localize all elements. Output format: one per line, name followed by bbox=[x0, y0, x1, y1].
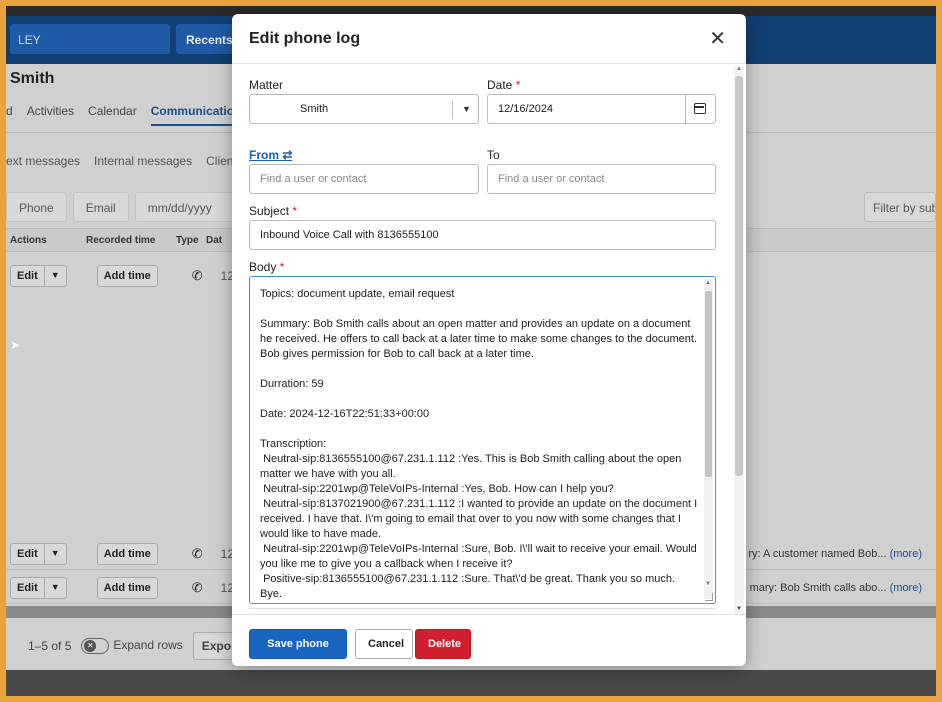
cancel-button[interactable]: Cancel bbox=[355, 629, 413, 659]
body-label: Body * bbox=[249, 260, 284, 274]
matter-value: Smith bbox=[300, 103, 329, 115]
edit-split-button: Edit ▼ bbox=[10, 265, 67, 287]
phone-icon: ✆ bbox=[191, 579, 203, 595]
more-link[interactable]: (more) bbox=[890, 582, 922, 594]
close-icon: ✕ bbox=[84, 640, 97, 652]
from-input[interactable] bbox=[249, 164, 479, 194]
dialog-body: Matter Smith ▼ Date * 12/16/2024 From ⇄ … bbox=[232, 64, 746, 612]
email-filter[interactable]: Email bbox=[72, 192, 129, 222]
select-divider bbox=[452, 101, 453, 119]
edit-button[interactable]: Edit bbox=[11, 543, 45, 564]
row-summary: ry: A customer named Bob... (more) bbox=[748, 548, 922, 560]
global-search[interactable]: LEY bbox=[10, 24, 170, 54]
save-phone-log-button[interactable]: Save phone log bbox=[249, 629, 347, 659]
required-mark: * bbox=[292, 204, 298, 218]
filter-row: Phone Email mm/dd/yyyy bbox=[6, 192, 245, 222]
next-field-edge bbox=[249, 608, 716, 609]
page-title: Smith bbox=[10, 70, 55, 87]
close-icon[interactable]: ✕ bbox=[709, 26, 726, 51]
more-link[interactable]: (more) bbox=[890, 548, 922, 560]
matter-tabs: d Activities Calendar Communications bbox=[6, 104, 249, 126]
tab-partial[interactable]: d bbox=[6, 104, 13, 126]
row-summary: mary: Bob Smith calls abo... (more) bbox=[750, 582, 922, 594]
add-time-button[interactable]: Add time bbox=[96, 542, 158, 565]
summary-text: mary: Bob Smith calls abo... bbox=[749, 581, 887, 594]
subtab-text-messages[interactable]: ext messages bbox=[6, 154, 80, 168]
from-swap-link[interactable]: From ⇄ bbox=[249, 148, 292, 162]
filter-by-subject-input[interactable]: Filter by subje bbox=[864, 192, 936, 222]
body-textarea[interactable]: Topics: document update, email request S… bbox=[249, 276, 716, 604]
matter-label: Matter bbox=[249, 78, 284, 92]
scroll-down-icon[interactable]: ▼ bbox=[705, 581, 711, 587]
phone-icon: ✆ bbox=[191, 268, 203, 283]
delete-button[interactable]: Delete bbox=[415, 629, 471, 659]
chevron-down-icon[interactable]: ▼ bbox=[45, 266, 66, 286]
dialog-title: Edit phone log bbox=[249, 30, 361, 47]
col-recorded-time: Recorded time bbox=[86, 235, 156, 246]
summary-text: ry: A customer named Bob... bbox=[748, 547, 887, 560]
chevron-down-icon[interactable]: ▼ bbox=[462, 95, 471, 123]
expand-rows-toggle[interactable]: ✕ Expand rows bbox=[81, 638, 183, 654]
scroll-up-icon[interactable]: ▲ bbox=[705, 280, 711, 286]
date-input[interactable]: 12/16/2024 bbox=[487, 94, 716, 124]
required-mark: * bbox=[279, 260, 285, 274]
matter-select[interactable]: Smith ▼ bbox=[249, 94, 479, 124]
toggle-switch[interactable]: ✕ bbox=[81, 638, 110, 654]
edit-split-button: Edit ▼ bbox=[10, 576, 67, 599]
textarea-scrollbar[interactable]: ▲ ▼ bbox=[704, 279, 713, 599]
to-label: To bbox=[487, 148, 500, 162]
phone-icon: ✆ bbox=[191, 545, 203, 561]
date-label-text: Date bbox=[487, 78, 513, 92]
col-type: Type bbox=[176, 235, 199, 246]
edit-split-button: Edit ▼ bbox=[10, 542, 67, 565]
edit-phone-log-dialog: Edit phone log ✕ Matter Smith ▼ Date * 1… bbox=[232, 14, 746, 666]
dialog-footer: Save phone log Cancel Delete bbox=[232, 614, 746, 666]
tab-calendar[interactable]: Calendar bbox=[88, 104, 137, 126]
date-label: Date * bbox=[487, 78, 520, 92]
mouse-cursor-icon: ➤ bbox=[10, 338, 21, 352]
add-time-button[interactable]: Add time bbox=[96, 265, 158, 287]
scroll-up-icon[interactable]: ▲ bbox=[736, 66, 742, 72]
subtab-internal-messages[interactable]: Internal messages bbox=[94, 154, 192, 168]
pagination-text: 1–5 of 5 bbox=[28, 639, 72, 653]
communication-subtabs: ext messages Internal messages Client p bbox=[6, 154, 247, 168]
date-filter-input[interactable]: mm/dd/yyyy bbox=[134, 192, 245, 222]
bottom-bar bbox=[6, 670, 936, 696]
body-label-text: Body bbox=[249, 260, 277, 274]
subject-label-text: Subject bbox=[249, 204, 290, 218]
dialog-scrollbar[interactable]: ▲ ▼ bbox=[734, 66, 744, 614]
tab-activities[interactable]: Activities bbox=[27, 104, 74, 126]
scrollbar-thumb[interactable] bbox=[735, 76, 743, 476]
body-text: Topics: document update, email request S… bbox=[260, 288, 698, 600]
col-date: Dat bbox=[206, 235, 223, 246]
col-actions: Actions bbox=[10, 235, 47, 246]
expand-rows-label: Expand rows bbox=[113, 638, 183, 653]
to-input[interactable] bbox=[487, 164, 716, 194]
edit-button[interactable]: Edit bbox=[11, 577, 45, 598]
phone-filter[interactable]: Phone bbox=[6, 192, 67, 222]
dialog-header: Edit phone log ✕ bbox=[232, 14, 746, 64]
chevron-down-icon[interactable]: ▼ bbox=[45, 578, 66, 598]
resize-handle-icon[interactable] bbox=[705, 593, 713, 601]
subject-label: Subject * bbox=[249, 204, 297, 218]
calendar-icon[interactable] bbox=[694, 103, 706, 114]
chevron-down-icon[interactable]: ▼ bbox=[45, 544, 66, 564]
edit-button[interactable]: Edit bbox=[11, 266, 45, 286]
subject-input[interactable]: Inbound Voice Call with 8136555100 bbox=[249, 220, 716, 250]
date-value: 12/16/2024 bbox=[498, 103, 554, 115]
scroll-down-icon[interactable]: ▼ bbox=[736, 606, 742, 612]
input-divider bbox=[685, 95, 686, 123]
add-time-button[interactable]: Add time bbox=[96, 576, 158, 599]
required-mark: * bbox=[515, 78, 521, 92]
scrollbar-thumb[interactable] bbox=[705, 291, 712, 477]
